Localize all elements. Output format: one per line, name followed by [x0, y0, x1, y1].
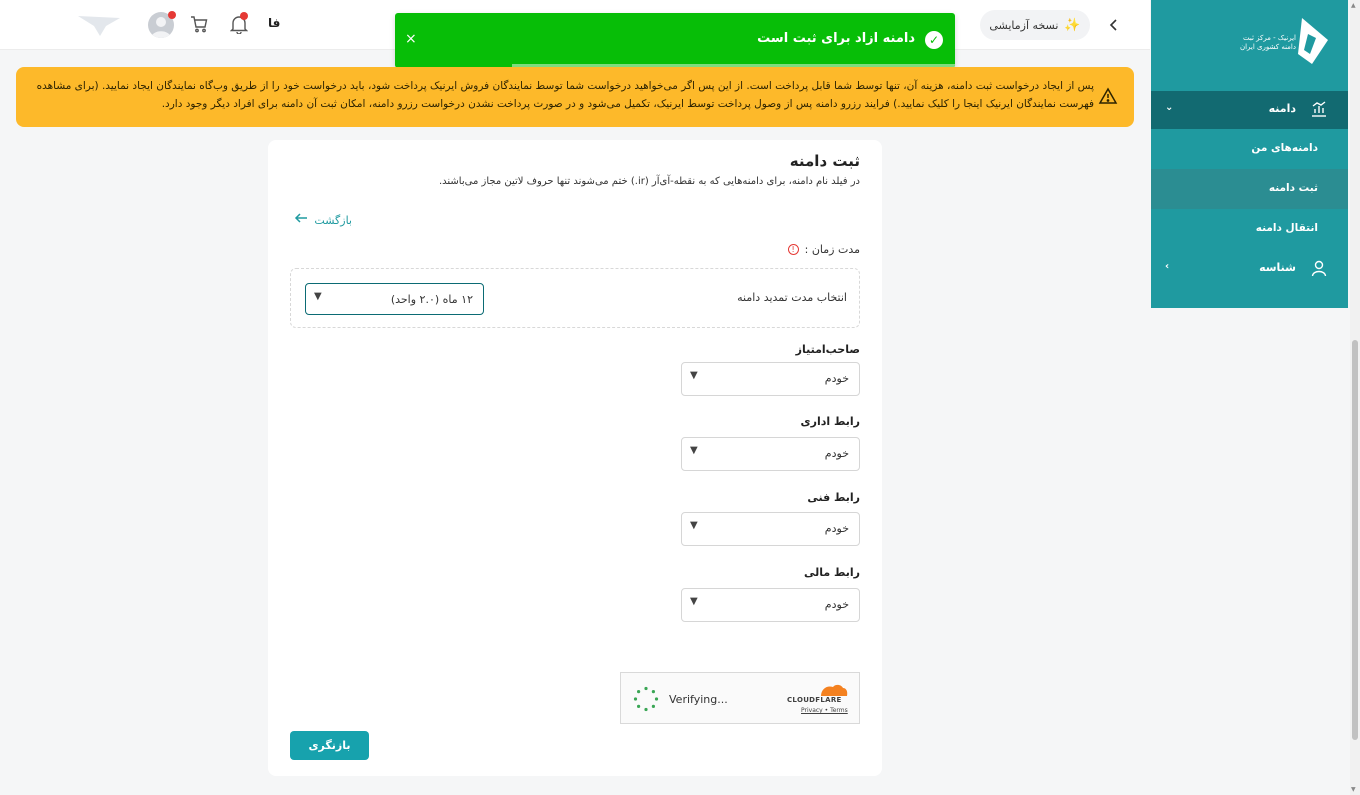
register-domain-card: ثبت دامنه در فیلد نام دامنه، برای دامنه‌…	[268, 140, 882, 776]
warning-banner: پس از ایجاد درخواست ثبت دامنه، هزینه آن،…	[16, 67, 1134, 127]
language-switch[interactable]: فا	[268, 16, 280, 30]
registrant-select[interactable]: خودم ▼	[681, 362, 860, 396]
duration-box: انتخاب مدت تمدید دامنه ۱۲ ماه (۲.۰ واحد)…	[290, 268, 860, 328]
sidebar-menu-identity-label: شناسه	[1259, 261, 1296, 274]
user-icon	[1310, 259, 1328, 277]
check-circle-icon: ✓	[925, 31, 943, 49]
info-icon: !	[787, 244, 799, 255]
caret-down-icon: ▼	[690, 370, 698, 381]
chevron-down-icon: ⌄	[1165, 102, 1174, 113]
caret-down-icon: ▼	[690, 520, 698, 531]
page-scrollbar[interactable]: ▲ ▼	[1350, 0, 1360, 795]
duration-label: مدت زمان : !	[787, 243, 860, 256]
sidebar-menu-domain[interactable]: دامنه ⌄	[1151, 91, 1348, 129]
sparkle-icon: ✨	[1064, 17, 1081, 33]
duration-select[interactable]: ۱۲ ماه (۲.۰ واحد) ▼	[305, 283, 484, 315]
arrow-left-icon	[294, 212, 308, 228]
admin-contact-select[interactable]: خودم ▼	[681, 437, 860, 471]
back-link[interactable]: بازگشت	[294, 212, 352, 228]
duration-select-value: ۱۲ ماه (۲.۰ واحد)	[390, 293, 473, 306]
scroll-down-arrow[interactable]: ▼	[1351, 786, 1356, 793]
success-toast: ✓ دامنه ازاد برای ثبت است ×	[395, 13, 955, 68]
admin-contact-label: رابط اداری	[800, 415, 860, 428]
tech-contact-select[interactable]: خودم ▼	[681, 512, 860, 546]
chevron-left-icon[interactable]	[1106, 16, 1122, 34]
duration-prompt: انتخاب مدت تمدید دامنه	[737, 291, 847, 304]
registrant-label: صاحب‌امتیاز	[795, 343, 860, 356]
close-icon[interactable]: ×	[405, 31, 417, 47]
back-link-label: بازگشت	[314, 213, 352, 227]
sidebar-item-transfer-domain[interactable]: انتقال دامنه	[1151, 209, 1348, 249]
scroll-up-arrow[interactable]: ▲	[1351, 2, 1356, 9]
captcha-status: Verifying...	[669, 693, 728, 706]
sidebar-item-my-domains[interactable]: دامنه‌های من	[1151, 129, 1348, 169]
page-title: ثبت دامنه	[789, 152, 860, 170]
warning-triangle-icon	[1098, 86, 1118, 106]
sidebar-item-register-domain[interactable]: ثبت دامنه	[1151, 169, 1348, 209]
card-icon	[1310, 299, 1328, 308]
scroll-thumb[interactable]	[1352, 340, 1358, 740]
sidebar-item-label: دامنه‌های من	[1251, 142, 1318, 154]
page-subtitle: در فیلد نام دامنه، برای دامنه‌هایی که به…	[438, 176, 860, 187]
toast-message: دامنه ازاد برای ثبت است	[757, 31, 915, 46]
trial-label: نسخه آزمایشی	[989, 18, 1059, 32]
chevron-left-icon: ›	[1165, 261, 1170, 272]
sidebar: ایرنیک - مرکز ثبت دامنه کشوری ایران دامن…	[1151, 0, 1348, 308]
warning-text: پس از ایجاد درخواست ثبت دامنه، هزینه آن،…	[36, 80, 1094, 110]
logo-text: ایرنیک - مرکز ثبت دامنه کشوری ایران	[1239, 34, 1296, 51]
spinner-icon	[633, 686, 659, 712]
caret-down-icon: ▼	[314, 291, 322, 302]
trial-version-badge[interactable]: ✨ نسخه آزمایشی	[980, 10, 1090, 40]
cloudflare-captcha[interactable]: Verifying... CLOUDFLARE Privacy • Terms	[620, 672, 860, 724]
caret-down-icon: ▼	[690, 596, 698, 607]
review-button[interactable]: بازنگری	[290, 731, 369, 760]
tech-contact-label: رابط فنی	[807, 491, 860, 504]
sidebar-item-label: ثبت دامنه	[1268, 182, 1318, 194]
sidebar-menu-next[interactable]	[1151, 290, 1348, 308]
captcha-links[interactable]: Privacy • Terms	[801, 707, 848, 714]
cloudflare-wordmark: CLOUDFLARE	[787, 696, 842, 704]
avatar-notification-dot	[168, 11, 176, 19]
sidebar-menu-domain-label: دامنه	[1268, 102, 1296, 115]
sidebar-menu-identity[interactable]: شناسه ›	[1151, 250, 1348, 288]
chart-icon	[1310, 100, 1328, 118]
cart-icon[interactable]	[190, 15, 208, 33]
billing-contact-label: رابط مالی	[803, 566, 860, 579]
sidebar-item-label: انتقال دامنه	[1255, 222, 1318, 234]
bell-notification-dot	[240, 12, 248, 20]
header-logo	[76, 12, 122, 38]
billing-contact-select[interactable]: خودم ▼	[681, 588, 860, 622]
caret-down-icon: ▼	[690, 445, 698, 456]
